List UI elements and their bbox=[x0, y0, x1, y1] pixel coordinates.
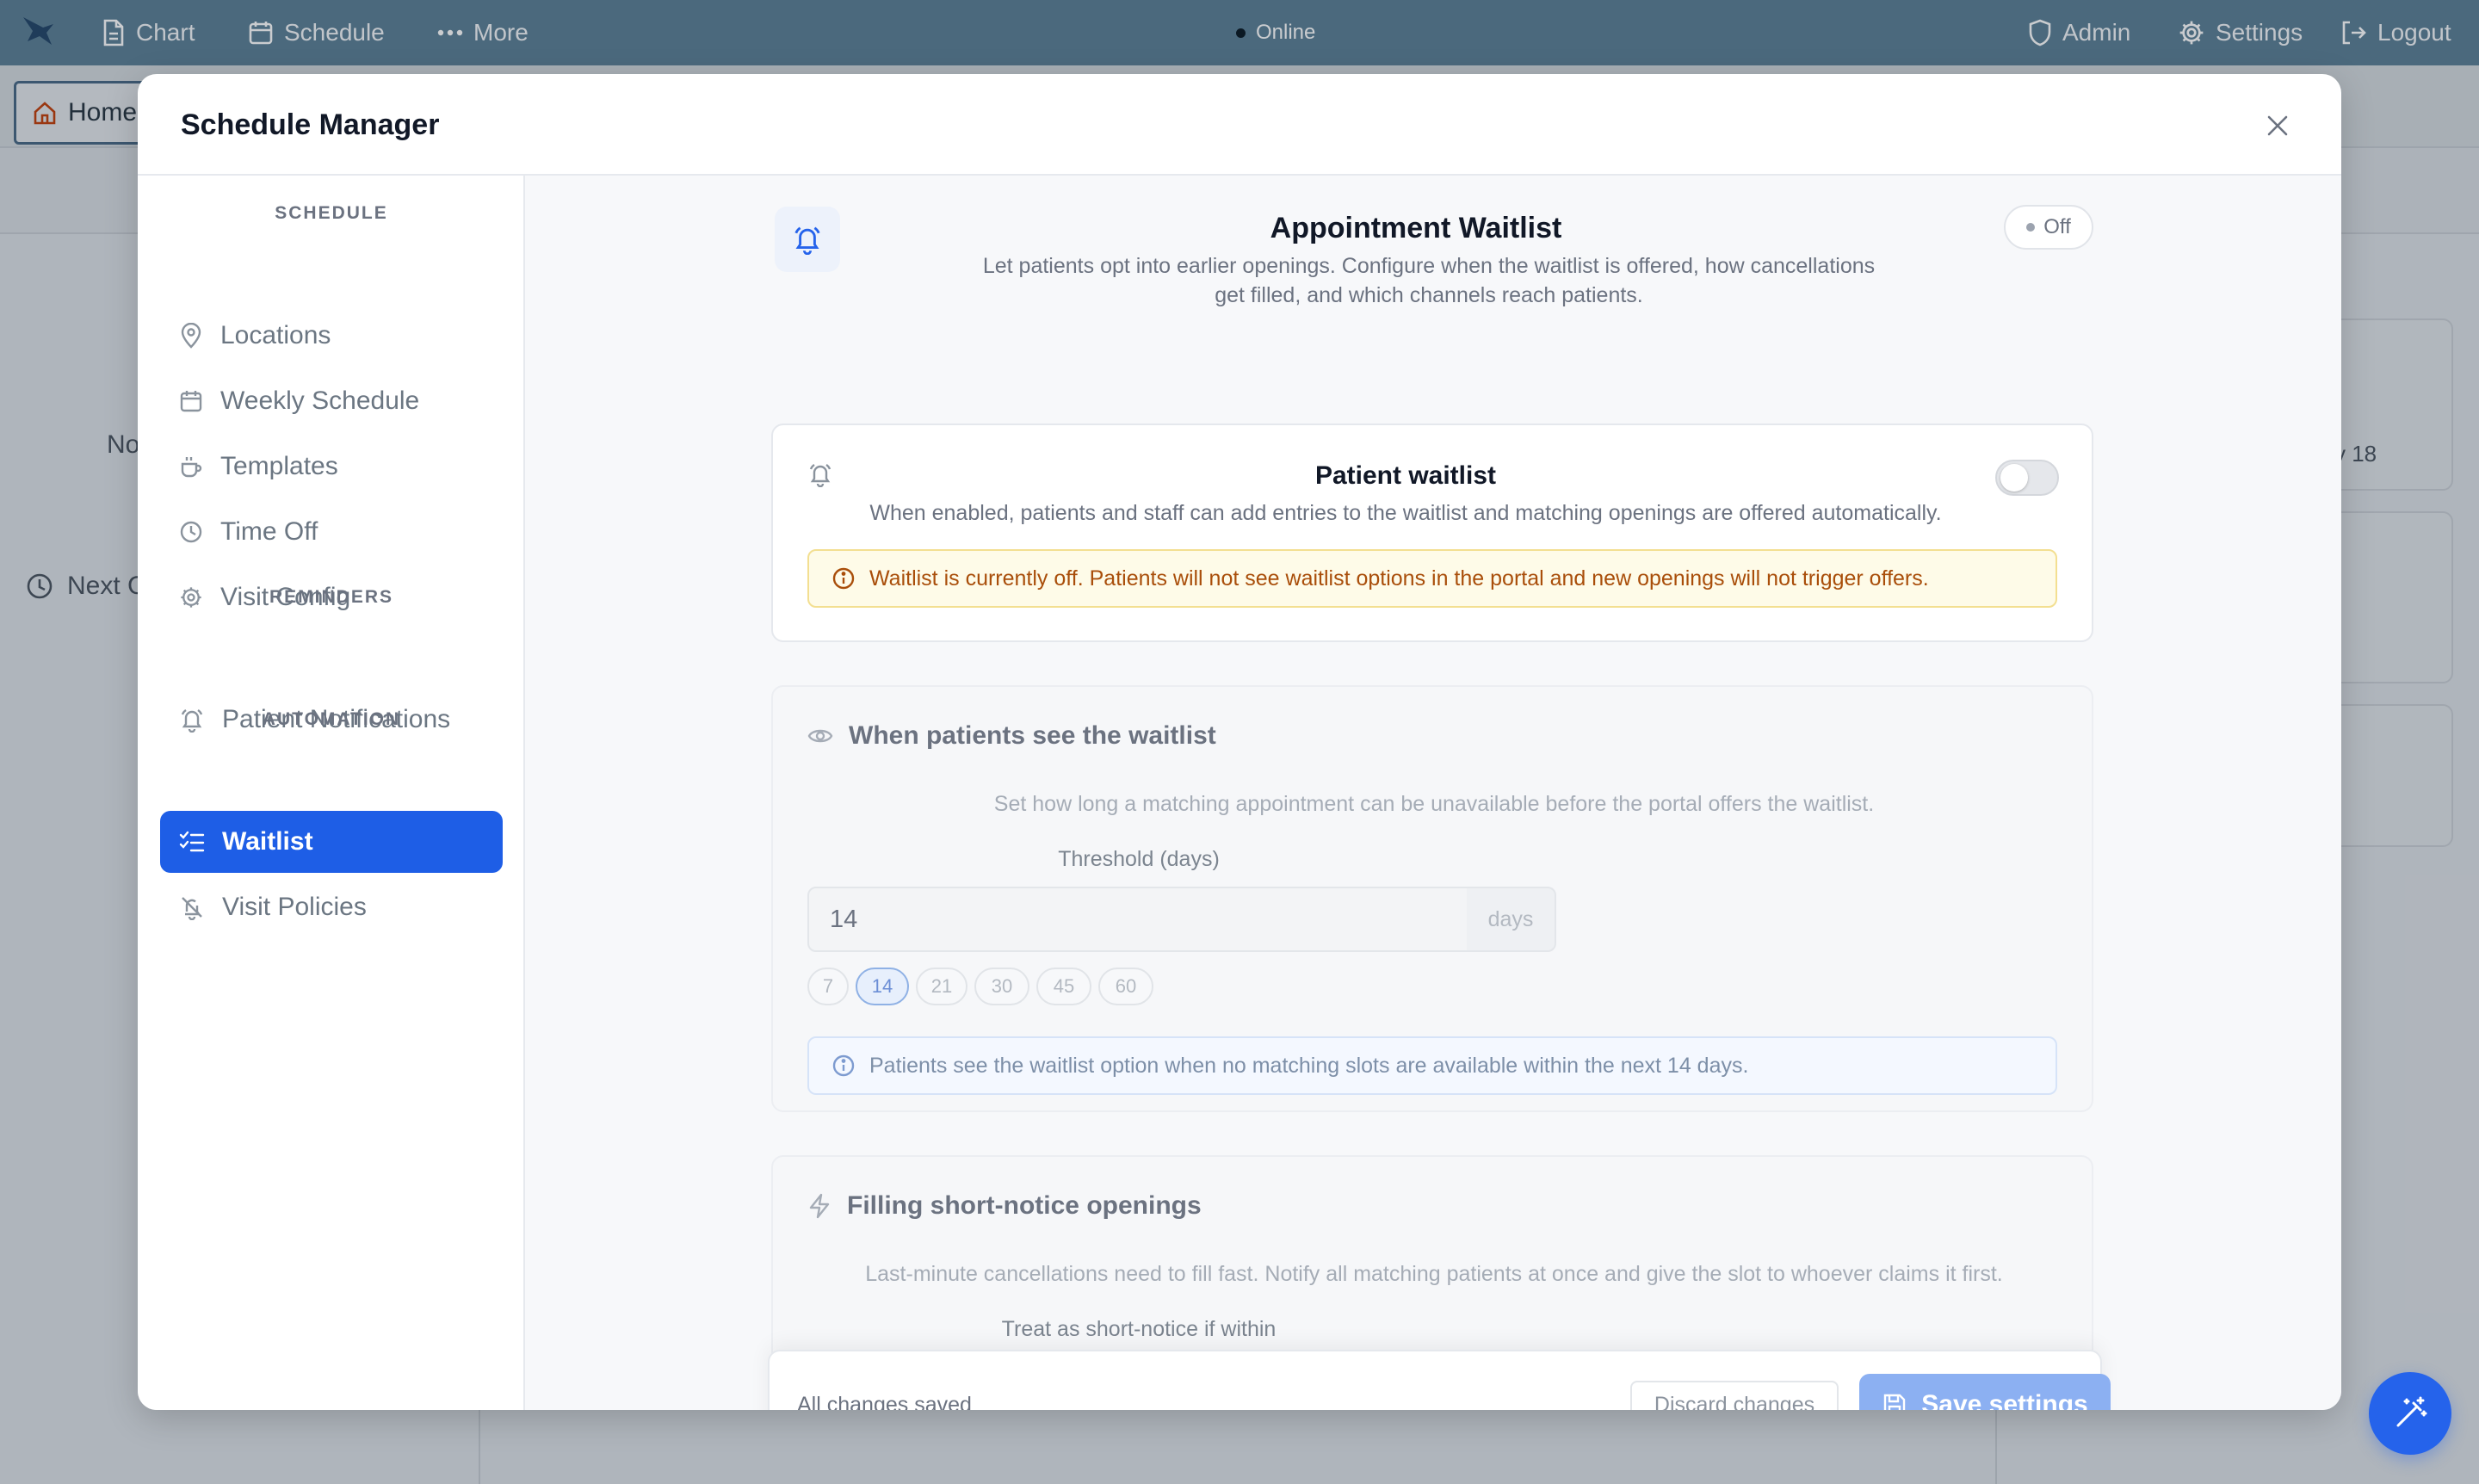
visibility-section-header: When patients see the waitlist bbox=[807, 721, 1216, 751]
preset-chip[interactable]: 21 bbox=[916, 968, 967, 1005]
info-icon bbox=[831, 1054, 856, 1078]
preset-chip-selected[interactable]: 14 bbox=[856, 968, 909, 1005]
waitlist-off-warning: Waitlist is currently off. Patients will… bbox=[807, 549, 2057, 608]
short-notice-section-title: Filling short-notice openings bbox=[847, 1191, 1202, 1220]
sidebar-item-time-off[interactable]: Time Off bbox=[160, 501, 503, 563]
sidebar-item-templates[interactable]: Templates bbox=[160, 436, 503, 498]
waitlist-header: Appointment Waitlist Let patients opt in… bbox=[525, 176, 2341, 382]
threshold-input[interactable]: 14 bbox=[807, 887, 1468, 952]
bell-off-icon bbox=[179, 894, 205, 920]
waitlist-settings-panel: Appointment Waitlist Let patients opt in… bbox=[525, 176, 2341, 1410]
save-status: All changes saved bbox=[797, 1392, 972, 1411]
sidebar-section-automation: AUTOMATION bbox=[262, 709, 401, 729]
status-badge: Off bbox=[2004, 205, 2093, 250]
preset-chip[interactable]: 45 bbox=[1036, 968, 1091, 1005]
discard-changes-button[interactable]: Discard changes bbox=[1630, 1381, 1839, 1410]
sidebar-section-reminders: REMINDERS bbox=[269, 587, 393, 607]
status-badge-label: Off bbox=[2043, 215, 2071, 238]
sidebar-item-label: Waitlist bbox=[222, 827, 313, 856]
close-icon bbox=[2266, 114, 2290, 138]
visibility-section-title: When patients see the waitlist bbox=[849, 721, 1216, 750]
visibility-settings-card: When patients see the waitlist Set how l… bbox=[771, 685, 2093, 1112]
info-icon bbox=[831, 566, 856, 591]
visibility-section-description: Set how long a matching appointment can … bbox=[993, 792, 1875, 816]
patient-waitlist-title: Patient waitlist bbox=[1314, 461, 1497, 490]
sidebar-item-label: Weekly Schedule bbox=[220, 386, 420, 415]
threshold-info-text: Patients see the waitlist option when no… bbox=[869, 1053, 1749, 1078]
patient-waitlist-card: Patient waitlist When enabled, patients … bbox=[771, 424, 2093, 642]
warning-text: Waitlist is currently off. Patients will… bbox=[869, 566, 1929, 591]
eye-icon bbox=[807, 726, 833, 746]
settings-sidebar: SCHEDULE Locations Weekly Schedule Templ… bbox=[138, 176, 525, 1410]
sidebar-item-label: Visit Policies bbox=[222, 893, 367, 921]
patient-waitlist-description: When enabled, patients and staff can add… bbox=[869, 501, 1942, 525]
sidebar-section-schedule: SCHEDULE bbox=[275, 203, 388, 223]
magic-wand-icon bbox=[2391, 1394, 2429, 1432]
clock-icon bbox=[179, 520, 203, 544]
save-disk-icon bbox=[1882, 1392, 1907, 1410]
sidebar-item-waitlist[interactable]: Waitlist bbox=[160, 811, 503, 873]
schedule-manager-modal: Schedule Manager SCHEDULE Locations Week… bbox=[138, 74, 2341, 1410]
threshold-input-value: 14 bbox=[830, 905, 858, 933]
patient-waitlist-toggle[interactable] bbox=[1995, 460, 2059, 496]
calendar-icon bbox=[179, 389, 203, 413]
sidebar-item-weekly-schedule[interactable]: Weekly Schedule bbox=[160, 370, 503, 432]
modal-header: Schedule Manager bbox=[138, 74, 2341, 176]
short-notice-section-header: Filling short-notice openings bbox=[807, 1191, 1202, 1221]
sidebar-item-visit-policies[interactable]: Visit Policies bbox=[160, 876, 503, 938]
toggle-knob bbox=[2000, 464, 2028, 492]
preset-chip[interactable]: 7 bbox=[807, 968, 849, 1005]
modal-title: Schedule Manager bbox=[181, 108, 440, 141]
preset-chip[interactable]: 30 bbox=[974, 968, 1029, 1005]
close-button[interactable] bbox=[2259, 107, 2297, 145]
sidebar-item-label: Time Off bbox=[220, 517, 318, 546]
short-notice-field-label: Treat as short-notice if within bbox=[1001, 1317, 1277, 1341]
threshold-unit: days bbox=[1467, 887, 1556, 952]
save-settings-label: Save settings bbox=[1921, 1390, 2088, 1410]
list-checks-icon bbox=[179, 830, 205, 854]
sidebar-item-label: Templates bbox=[220, 452, 338, 480]
short-notice-description: Last-minute cancellations need to fill f… bbox=[865, 1262, 2003, 1286]
save-settings-button[interactable]: Save settings bbox=[1859, 1374, 2111, 1410]
threshold-label: Threshold (days) bbox=[1058, 847, 1220, 871]
map-pin-icon bbox=[179, 323, 203, 349]
save-footer: All changes saved Discard changes Save s… bbox=[768, 1350, 2111, 1411]
magic-wand-fab[interactable] bbox=[2369, 1372, 2451, 1455]
page-description: Let patients opt into earlier openings. … bbox=[982, 254, 1876, 307]
threshold-info: Patients see the waitlist option when no… bbox=[807, 1036, 2057, 1095]
coffee-cup-icon bbox=[179, 454, 203, 479]
status-dot-icon bbox=[2026, 223, 2036, 232]
preset-chip[interactable]: 60 bbox=[1098, 968, 1153, 1005]
sidebar-item-locations[interactable]: Locations bbox=[160, 305, 503, 367]
sidebar-item-label: Locations bbox=[220, 321, 331, 349]
lightning-icon bbox=[807, 1193, 831, 1219]
